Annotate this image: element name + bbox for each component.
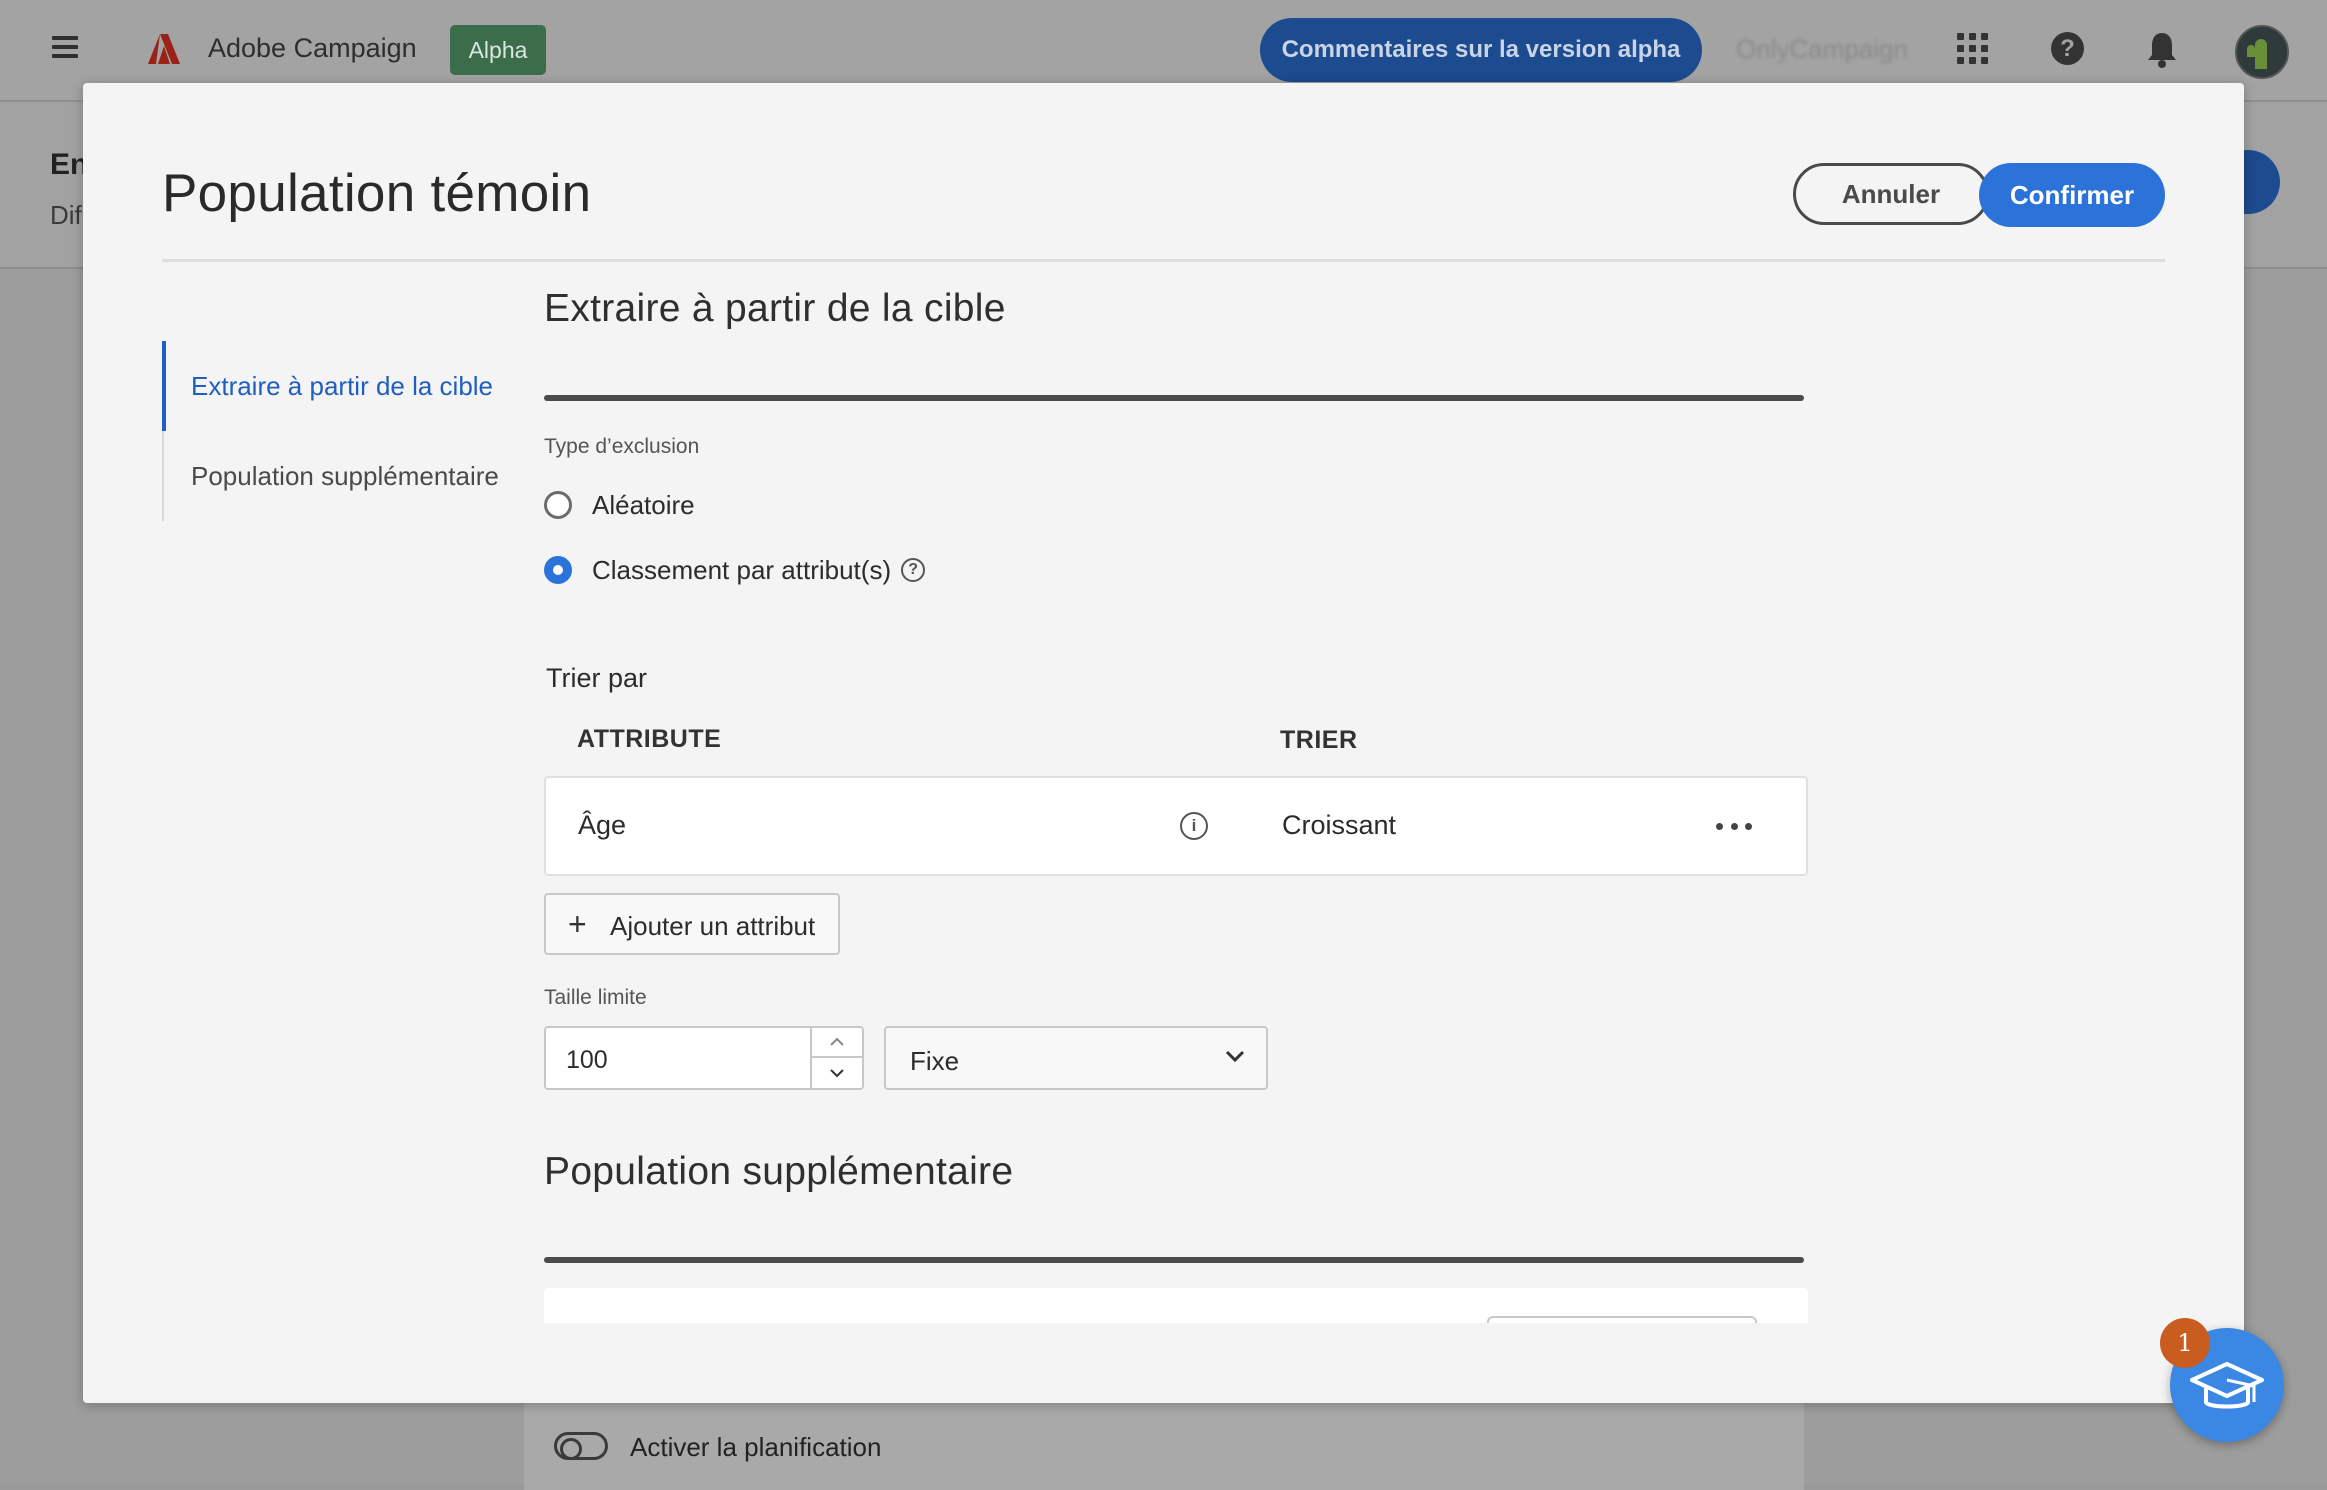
radio-rank-by-attribute[interactable]: Classement par attribut(s) ? — [544, 550, 926, 590]
dialog-content[interactable]: Extraire à partir de la cible Type d’exc… — [544, 83, 1844, 1323]
attribute-sort-order: Croissant — [1282, 810, 1397, 840]
dialog-title: Population témoin — [162, 164, 592, 223]
limit-size-value: 100 — [566, 1046, 608, 1074]
section-divider — [544, 1257, 1804, 1263]
extract-section-title: Extraire à partir de la cible — [544, 287, 1006, 330]
help-tooltip-icon[interactable]: ? — [901, 558, 926, 582]
alpha-badge: Alpha — [450, 25, 546, 75]
app-name[interactable]: Adobe Campaign — [208, 33, 417, 64]
control-group-dialog: Population témoin Annuler Confirmer Extr… — [83, 83, 2244, 1403]
additional-population-card — [544, 1288, 1808, 1323]
stepper-up-icon[interactable] — [812, 1028, 862, 1058]
limit-size-input[interactable]: 100 — [544, 1026, 864, 1090]
org-switcher[interactable]: OnlyCampaign — [1736, 34, 1908, 65]
radio-label: Classement par attribut(s) — [592, 554, 892, 585]
attribute-name: Âge — [578, 810, 627, 840]
schedule-toggle-label: Activer la planification — [630, 1432, 882, 1462]
adobe-logo-icon — [148, 34, 180, 64]
plus-icon: + — [568, 906, 587, 942]
radio-random[interactable]: Aléatoire — [544, 485, 695, 525]
exclusion-type-label: Type d’exclusion — [544, 435, 700, 458]
additional-section-title: Population supplémentaire — [544, 1150, 1014, 1193]
user-avatar[interactable] — [2235, 25, 2289, 79]
notification-bell-icon[interactable] — [2145, 30, 2179, 68]
notification-count-badge: 1 — [2160, 1318, 2210, 1368]
confirm-button[interactable]: Confirmer — [1979, 163, 2165, 227]
nav-item-additional-population[interactable]: Population supplémentaire — [164, 431, 504, 521]
limit-size-stepper[interactable] — [810, 1028, 862, 1088]
sort-by-title: Trier par — [546, 663, 648, 693]
column-header-sort: TRIER — [1280, 726, 1358, 754]
stepper-down-icon[interactable] — [812, 1058, 862, 1088]
app-grid-icon[interactable] — [1957, 33, 1989, 65]
limit-size-label: Taille limite — [544, 986, 647, 1009]
column-header-attribute: ATTRIBUTE — [577, 725, 722, 753]
dialog-side-nav: Extraire à partir de la cible Population… — [162, 341, 504, 521]
add-attribute-label: Ajouter un attribut — [610, 911, 816, 941]
add-attribute-button[interactable]: + Ajouter un attribut — [544, 893, 840, 955]
radio-label: Aléatoire — [592, 489, 695, 520]
section-divider — [544, 395, 1804, 401]
nav-item-extract-from-target[interactable]: Extraire à partir de la cible — [162, 341, 504, 431]
info-icon[interactable]: i — [1180, 812, 1208, 840]
radio-button-selected[interactable] — [544, 556, 572, 584]
help-icon[interactable]: ? — [2051, 32, 2084, 65]
table-row[interactable]: Âge i Croissant — [544, 776, 1808, 876]
radio-button[interactable] — [544, 491, 572, 519]
additional-population-button[interactable] — [1487, 1316, 1757, 1323]
limit-type-value: Fixe — [910, 1046, 960, 1076]
limit-type-select[interactable]: Fixe — [884, 1026, 1268, 1090]
background-subtitle: Dif — [50, 200, 82, 230]
hamburger-menu-icon[interactable] — [52, 36, 78, 58]
more-actions-icon[interactable] — [1716, 814, 1752, 838]
chevron-down-icon — [1225, 1050, 1245, 1063]
feedback-button[interactable]: Commentaires sur la version alpha — [1260, 18, 1702, 82]
schedule-toggle[interactable] — [554, 1432, 608, 1460]
